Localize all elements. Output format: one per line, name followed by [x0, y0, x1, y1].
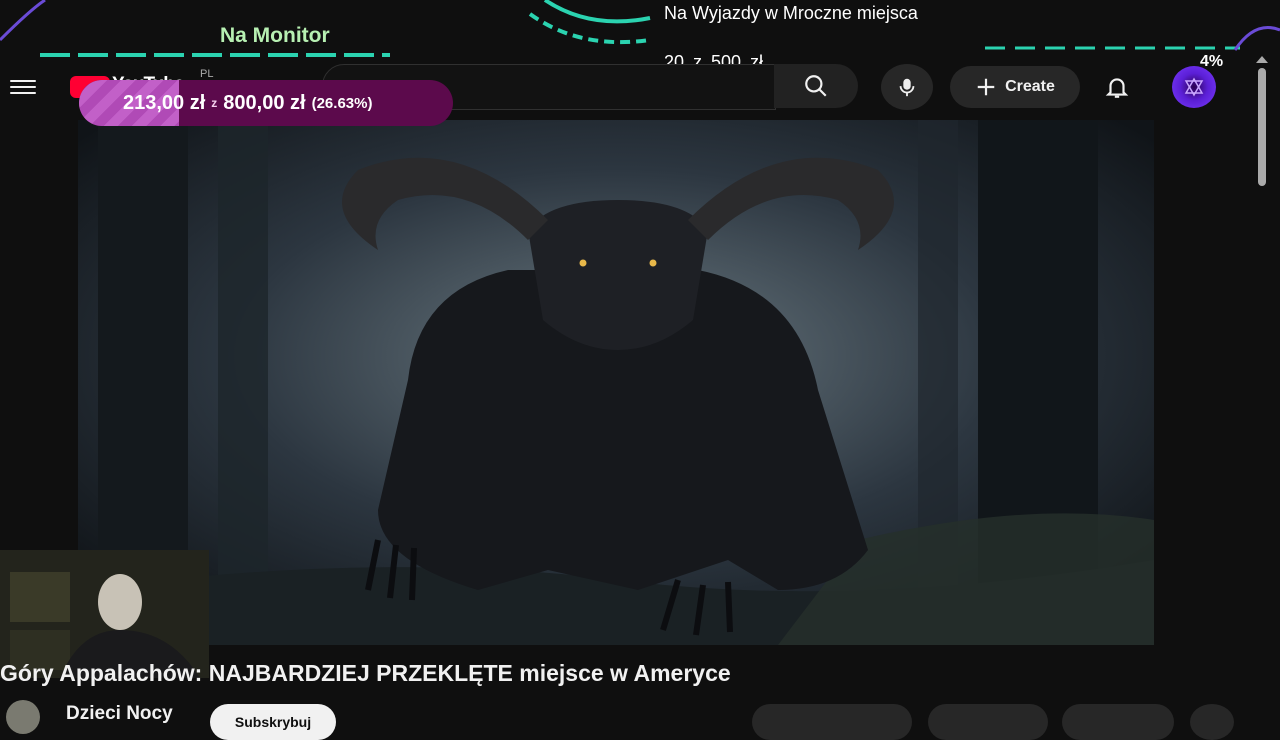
microphone-icon — [899, 78, 915, 97]
scrollbar-thumb[interactable] — [1258, 68, 1266, 186]
plus-icon — [977, 78, 995, 96]
video-player[interactable] — [78, 120, 1154, 645]
scrollbar-up-arrow[interactable] — [1256, 56, 1268, 63]
goal-target-amount: 800,00 zł — [223, 91, 306, 114]
avatar[interactable] — [1172, 66, 1216, 108]
overlay-decoration — [0, 0, 1280, 57]
region-label: PL — [200, 68, 214, 80]
secondary-goal-title: Na Wyjazdy w Mroczne miejsca — [664, 3, 918, 23]
streamer-webcam-image — [0, 550, 209, 678]
donation-goal-bar: 213,00 zł z 800,00 zł (26.63%) — [79, 80, 453, 126]
goal-percent: (26.63%) — [311, 94, 373, 112]
create-label: Create — [1005, 78, 1055, 95]
create-button[interactable]: Create — [950, 66, 1080, 108]
voice-search-button[interactable] — [881, 64, 933, 110]
more-actions-button[interactable] — [1190, 704, 1234, 740]
channel-avatar[interactable] — [6, 700, 40, 734]
webcam-overlay — [0, 550, 209, 678]
search-icon — [805, 75, 827, 97]
subscribe-button[interactable]: Subskrybuj — [210, 704, 336, 740]
goal-title: Na Monitor — [220, 24, 330, 47]
avatar-emblem-icon — [1184, 77, 1204, 97]
hamburger-menu-icon[interactable] — [10, 76, 36, 98]
share-button[interactable] — [928, 704, 1048, 740]
goal-separator: z — [211, 96, 218, 110]
notifications-button[interactable] — [1096, 66, 1138, 108]
video-title: Góry Appalachów: NAJBARDZIEJ PRZEKLĘTE m… — [0, 660, 731, 686]
horned-beast-thumbnail — [78, 120, 1154, 645]
like-dislike-button[interactable] — [752, 704, 912, 740]
bell-icon — [1105, 78, 1129, 98]
goal-current-amount: 213,00 zł — [123, 91, 206, 114]
channel-name[interactable]: Dzieci Nocy — [66, 703, 173, 725]
save-button[interactable] — [1062, 704, 1174, 740]
search-button[interactable] — [774, 64, 858, 108]
donation-goal-text: 213,00 zł z 800,00 zł (26.63%) — [123, 80, 372, 126]
